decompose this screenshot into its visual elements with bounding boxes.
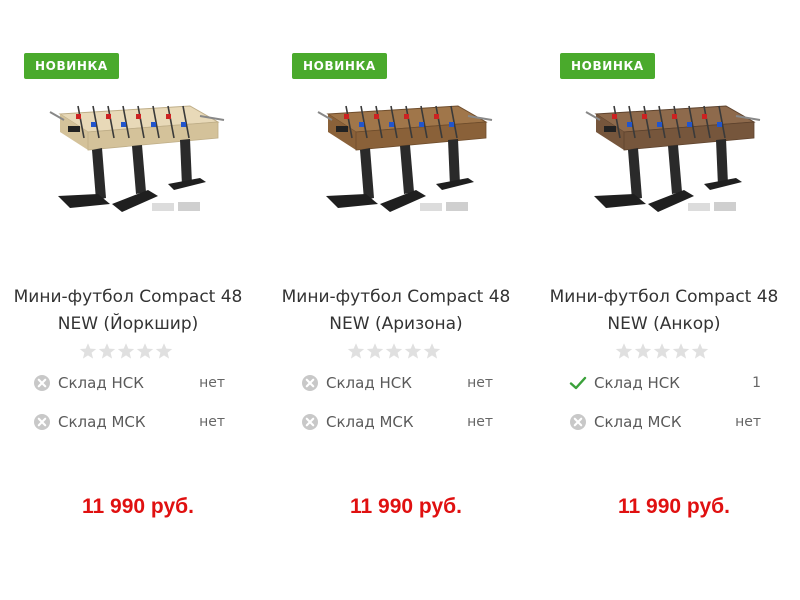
price: 11 990 руб. bbox=[618, 495, 730, 518]
star-icon[interactable] bbox=[672, 342, 690, 360]
check-icon bbox=[569, 374, 587, 392]
product-grid: НОВИНКА Мини-футбол Compact 48 NEW (Йорк… bbox=[0, 0, 800, 600]
rating-stars[interactable] bbox=[347, 342, 447, 360]
stock-value: нет bbox=[199, 375, 225, 391]
star-icon[interactable] bbox=[347, 342, 365, 360]
stock-label: Склад НСК bbox=[594, 374, 680, 392]
stock-value: нет bbox=[467, 375, 493, 391]
rating-stars[interactable] bbox=[615, 342, 715, 360]
cross-circle-icon bbox=[301, 413, 319, 431]
new-badge: НОВИНКА bbox=[560, 53, 655, 79]
product-image[interactable] bbox=[40, 92, 228, 224]
star-icon[interactable] bbox=[404, 342, 422, 360]
new-badge: НОВИНКА bbox=[292, 53, 387, 79]
star-icon[interactable] bbox=[615, 342, 633, 360]
cross-circle-icon bbox=[301, 374, 319, 392]
stock-label: Склад МСК bbox=[326, 413, 414, 431]
stock-value: нет bbox=[735, 414, 761, 430]
product-title[interactable]: Мини-футбол Compact 48 NEW (Анкор) bbox=[536, 284, 792, 338]
stock-row-nsk: Склад НСК нет bbox=[33, 372, 233, 394]
stock-label: Склад НСК bbox=[326, 374, 412, 392]
product-card: НОВИНКА Мини-футбол Compact 48 NEW (Ариз… bbox=[268, 0, 536, 600]
stock-value: нет bbox=[467, 414, 493, 430]
stock-row-msk: Склад МСК нет bbox=[301, 411, 501, 433]
star-icon[interactable] bbox=[98, 342, 116, 360]
star-icon[interactable] bbox=[117, 342, 135, 360]
cross-circle-icon bbox=[569, 413, 587, 431]
star-icon[interactable] bbox=[653, 342, 671, 360]
star-icon[interactable] bbox=[366, 342, 384, 360]
stock-label: Склад МСК bbox=[594, 413, 682, 431]
new-badge: НОВИНКА bbox=[24, 53, 119, 79]
star-icon[interactable] bbox=[423, 342, 441, 360]
product-title[interactable]: Мини-футбол Compact 48 NEW (Йоркшир) bbox=[0, 284, 256, 338]
stock-row-msk: Склад МСК нет bbox=[33, 411, 233, 433]
stock-row-nsk: Склад НСК 1 bbox=[569, 372, 769, 394]
product-image[interactable] bbox=[576, 92, 764, 224]
stock-label: Склад НСК bbox=[58, 374, 144, 392]
product-image[interactable] bbox=[308, 92, 496, 224]
product-card: НОВИНКА Мини-футбол Compact 48 NEW (Анко… bbox=[536, 0, 800, 600]
star-icon[interactable] bbox=[385, 342, 403, 360]
cross-circle-icon bbox=[33, 374, 51, 392]
stock-row-msk: Склад МСК нет bbox=[569, 411, 769, 433]
price: 11 990 руб. bbox=[82, 495, 194, 518]
star-icon[interactable] bbox=[691, 342, 709, 360]
star-icon[interactable] bbox=[79, 342, 97, 360]
star-icon[interactable] bbox=[634, 342, 652, 360]
product-card: НОВИНКА Мини-футбол Compact 48 NEW (Йорк… bbox=[0, 0, 268, 600]
product-title[interactable]: Мини-футбол Compact 48 NEW (Аризона) bbox=[268, 284, 524, 338]
stock-value: 1 bbox=[752, 375, 761, 391]
stock-label: Склад МСК bbox=[58, 413, 146, 431]
price: 11 990 руб. bbox=[350, 495, 462, 518]
cross-circle-icon bbox=[33, 413, 51, 431]
star-icon[interactable] bbox=[155, 342, 173, 360]
rating-stars[interactable] bbox=[79, 342, 179, 360]
stock-value: нет bbox=[199, 414, 225, 430]
star-icon[interactable] bbox=[136, 342, 154, 360]
stock-row-nsk: Склад НСК нет bbox=[301, 372, 501, 394]
